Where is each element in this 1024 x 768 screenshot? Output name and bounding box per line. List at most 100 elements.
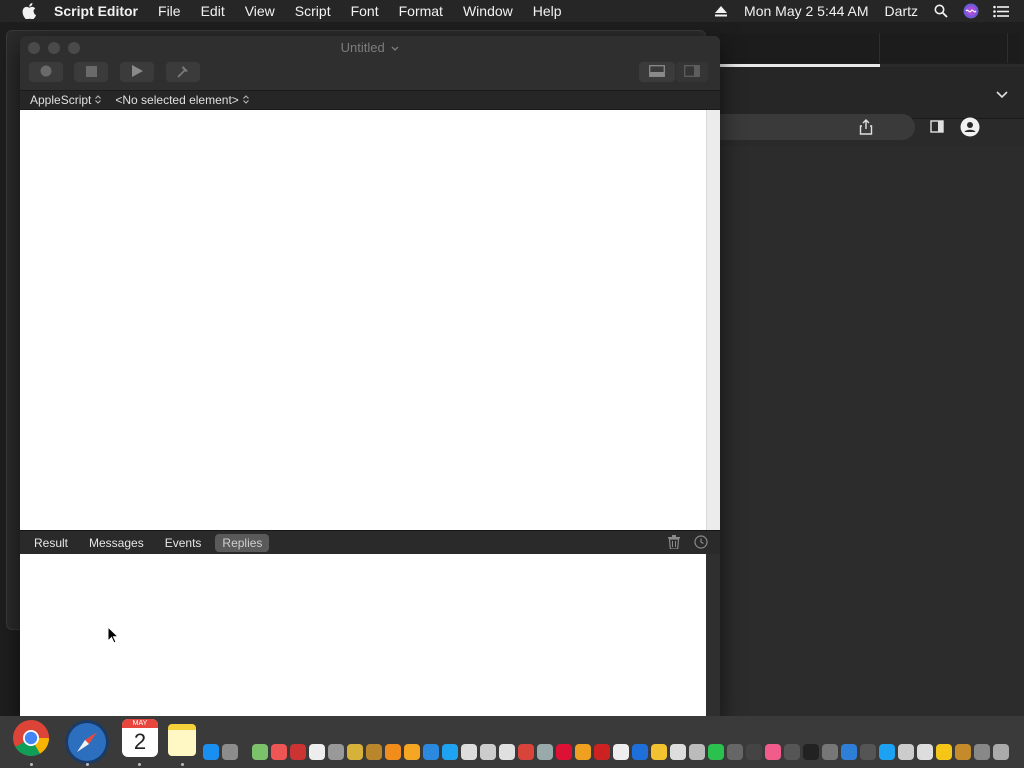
script-editor-area[interactable] xyxy=(20,110,706,530)
window-title-text: Untitled xyxy=(340,40,385,55)
app-icon[interactable] xyxy=(385,744,401,760)
share-icon[interactable] xyxy=(859,119,873,138)
sidebar-icon[interactable] xyxy=(930,120,944,136)
address-bar[interactable] xyxy=(720,114,915,140)
running-indicator xyxy=(30,763,33,766)
stop-button[interactable] xyxy=(74,62,108,82)
background-tab[interactable] xyxy=(880,33,1008,63)
background-tab[interactable] xyxy=(720,33,880,63)
keychain-icon[interactable] xyxy=(955,744,971,760)
clock[interactable]: Mon May 2 5:44 AM xyxy=(736,0,877,22)
compile-button[interactable] xyxy=(166,62,200,82)
trash-icon[interactable] xyxy=(668,535,680,552)
app-menu[interactable]: Script Editor xyxy=(54,0,148,22)
app-icon[interactable] xyxy=(993,744,1009,760)
siri-icon[interactable] xyxy=(962,2,980,20)
system-preferences-icon[interactable] xyxy=(222,744,238,760)
app-icon[interactable] xyxy=(613,744,629,760)
show-log-button[interactable] xyxy=(639,62,675,82)
app-icon[interactable] xyxy=(746,744,762,760)
wifi-icon[interactable] xyxy=(879,744,895,760)
language-label: AppleScript xyxy=(30,93,92,107)
app-icon[interactable] xyxy=(784,744,800,760)
spotlight-search-icon[interactable] xyxy=(932,2,950,20)
run-button[interactable] xyxy=(120,62,154,82)
app-icon[interactable] xyxy=(974,744,990,760)
menu-help[interactable]: Help xyxy=(523,0,572,22)
show-library-button[interactable] xyxy=(676,62,708,82)
language-popup[interactable]: AppleScript xyxy=(30,93,102,107)
menu-script[interactable]: Script xyxy=(285,0,341,22)
menu-format[interactable]: Format xyxy=(389,0,453,22)
tab-events[interactable]: Events xyxy=(158,534,209,552)
app-icon[interactable] xyxy=(670,744,686,760)
apple-menu-icon[interactable] xyxy=(18,3,40,19)
photos-icon[interactable] xyxy=(575,744,591,760)
folder-icon[interactable] xyxy=(651,744,667,760)
profile-icon[interactable] xyxy=(960,117,980,140)
dock-chrome[interactable] xyxy=(12,719,50,758)
navigation-bar: AppleScript <No selected element> xyxy=(20,90,720,110)
app-icon[interactable] xyxy=(347,744,363,760)
dock-calendar[interactable]: MAY 2 xyxy=(120,718,160,758)
title-bar[interactable]: Untitled xyxy=(20,36,720,90)
app-icon[interactable] xyxy=(423,744,439,760)
home-icon[interactable] xyxy=(404,744,420,760)
app-icon[interactable] xyxy=(898,744,914,760)
app-icon[interactable] xyxy=(499,744,515,760)
news-icon[interactable] xyxy=(271,744,287,760)
app-icon[interactable] xyxy=(936,744,952,760)
tab-replies[interactable]: Replies xyxy=(215,533,270,552)
app-icon[interactable] xyxy=(556,744,572,760)
app-icon[interactable] xyxy=(917,744,933,760)
eject-icon[interactable] xyxy=(712,2,730,20)
menu-view[interactable]: View xyxy=(235,0,285,22)
messages-icon[interactable] xyxy=(708,744,724,760)
dock-safari[interactable] xyxy=(64,719,110,766)
menu-file[interactable]: File xyxy=(148,0,191,22)
app-icon[interactable] xyxy=(480,744,496,760)
books-icon[interactable] xyxy=(366,744,382,760)
preview-icon[interactable] xyxy=(442,744,458,760)
side-panel-icon xyxy=(684,64,700,80)
app-icon[interactable] xyxy=(822,744,838,760)
script-editor-window[interactable]: Untitled AppleScript <No selected elemen… xyxy=(20,36,720,718)
log-tools xyxy=(668,535,708,552)
history-clock-icon[interactable] xyxy=(694,535,708,552)
menu-font[interactable]: Font xyxy=(341,0,389,22)
app-icon[interactable] xyxy=(860,744,876,760)
bottom-panel-icon xyxy=(649,64,665,80)
textedit-icon[interactable] xyxy=(309,744,325,760)
app-icon[interactable] xyxy=(518,744,534,760)
log-scrollbar[interactable] xyxy=(706,554,720,718)
music-icon[interactable] xyxy=(765,744,781,760)
app-icon[interactable] xyxy=(290,744,306,760)
terminal-icon[interactable] xyxy=(803,744,819,760)
app-icon[interactable] xyxy=(632,744,648,760)
app-icon[interactable] xyxy=(594,744,610,760)
app-icon[interactable] xyxy=(727,744,743,760)
menu-window[interactable]: Window xyxy=(453,0,523,22)
chevron-down-icon[interactable] xyxy=(996,87,1008,102)
element-popup[interactable]: <No selected element> xyxy=(115,93,249,107)
bluetooth-icon[interactable] xyxy=(841,744,857,760)
dock-notes[interactable] xyxy=(166,722,198,758)
maps-icon[interactable] xyxy=(252,744,268,760)
app-store-icon[interactable] xyxy=(203,744,219,760)
menu-edit[interactable]: Edit xyxy=(191,0,235,22)
safari-window[interactable] xyxy=(720,64,1024,716)
app-icon[interactable] xyxy=(461,744,477,760)
script-icon[interactable] xyxy=(328,744,344,760)
tab-result[interactable]: Result xyxy=(27,534,75,552)
window-title[interactable]: Untitled xyxy=(20,40,720,55)
tab-messages[interactable]: Messages xyxy=(82,534,151,552)
user-name[interactable]: Dartz xyxy=(877,0,926,22)
notification-center-icon[interactable] xyxy=(992,2,1010,20)
stop-icon xyxy=(85,65,97,80)
editor-scrollbar[interactable] xyxy=(706,110,720,530)
background-tab-strip xyxy=(720,33,1020,63)
app-icon[interactable] xyxy=(689,744,705,760)
record-button[interactable] xyxy=(29,62,63,82)
log-output-area[interactable] xyxy=(20,554,706,718)
app-icon[interactable] xyxy=(537,744,553,760)
